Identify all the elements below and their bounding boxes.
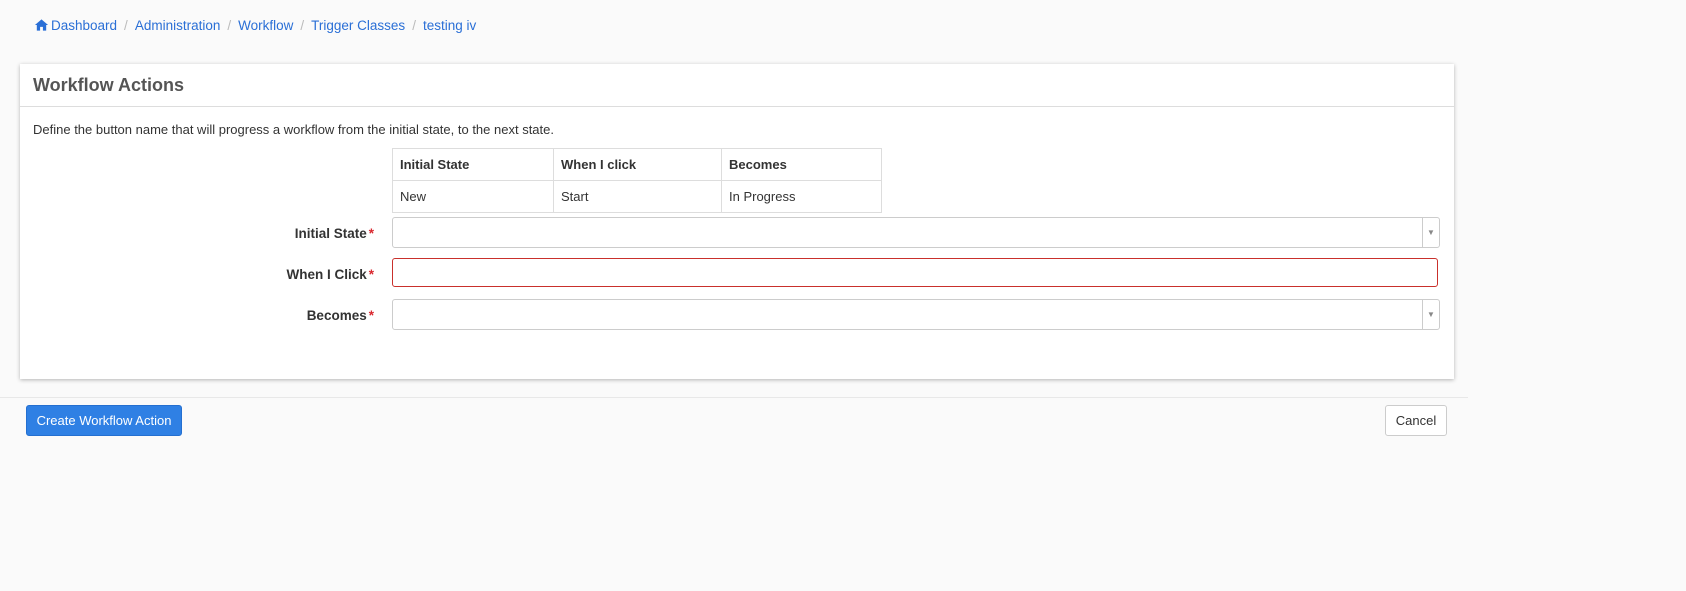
breadcrumb-separator: / xyxy=(227,18,232,33)
breadcrumb-workflow[interactable]: Workflow xyxy=(238,18,293,33)
table-cell: New xyxy=(392,180,554,213)
breadcrumb-dashboard[interactable]: Dashboard xyxy=(34,18,117,33)
cancel-button[interactable]: Cancel xyxy=(1385,405,1447,436)
becomes-label-text: Becomes xyxy=(306,307,367,323)
panel-title: Workflow Actions xyxy=(33,74,185,95)
when-i-click-row: When I Click * xyxy=(20,258,1454,290)
becomes-label: Becomes * xyxy=(307,299,374,331)
breadcrumb-testing-iv[interactable]: testing iv xyxy=(423,18,476,33)
table-cell: In Progress xyxy=(721,180,882,213)
when-i-click-label-text: When I Click xyxy=(286,266,367,282)
breadcrumb-separator: / xyxy=(124,18,128,33)
breadcrumb-administration[interactable]: Administration xyxy=(135,18,221,33)
table-header-becomes: Becomes xyxy=(721,148,882,181)
caret-down-icon[interactable]: ▼ xyxy=(1422,300,1439,329)
required-asterisk: * xyxy=(368,266,374,282)
becomes-row: Becomes * ▼ xyxy=(20,299,1454,331)
required-asterisk: * xyxy=(368,307,374,323)
initial-state-select[interactable]: ▼ xyxy=(392,217,1440,248)
table-header-when-i-click: When I click xyxy=(553,148,722,181)
table-cell: Start xyxy=(553,180,722,213)
breadcrumb-separator: / xyxy=(412,18,416,33)
breadcrumb-dashboard-label: Dashboard xyxy=(51,18,118,33)
table-header-initial-state: Initial State xyxy=(392,148,554,181)
create-workflow-action-button[interactable]: Create Workflow Action xyxy=(26,405,182,436)
table-row: New Start In Progress xyxy=(392,180,882,213)
becomes-select[interactable]: ▼ xyxy=(392,299,1440,330)
initial-state-label: Initial State * xyxy=(295,217,374,249)
required-asterisk: * xyxy=(368,225,374,241)
panel-header: Workflow Actions xyxy=(20,64,1454,107)
when-i-click-label: When I Click * xyxy=(286,258,374,290)
initial-state-row: Initial State * ▼ xyxy=(20,217,1454,249)
caret-down-icon[interactable]: ▼ xyxy=(1422,218,1439,247)
table-header-row: Initial State When I click Becomes xyxy=(392,148,882,181)
footer-divider xyxy=(0,397,1468,398)
example-table: Initial State When I click Becomes New S… xyxy=(392,148,882,213)
breadcrumb: Dashboard / Administration / Workflow / … xyxy=(34,18,476,33)
initial-state-label-text: Initial State xyxy=(294,225,367,241)
when-i-click-input[interactable] xyxy=(392,258,1438,287)
panel-description: Define the button name that will progres… xyxy=(33,122,554,137)
breadcrumb-separator: / xyxy=(300,18,305,33)
breadcrumb-trigger-classes[interactable]: Trigger Classes xyxy=(311,18,405,33)
workflow-actions-panel: Workflow Actions Define the button name … xyxy=(20,64,1454,379)
home-icon xyxy=(34,19,49,31)
